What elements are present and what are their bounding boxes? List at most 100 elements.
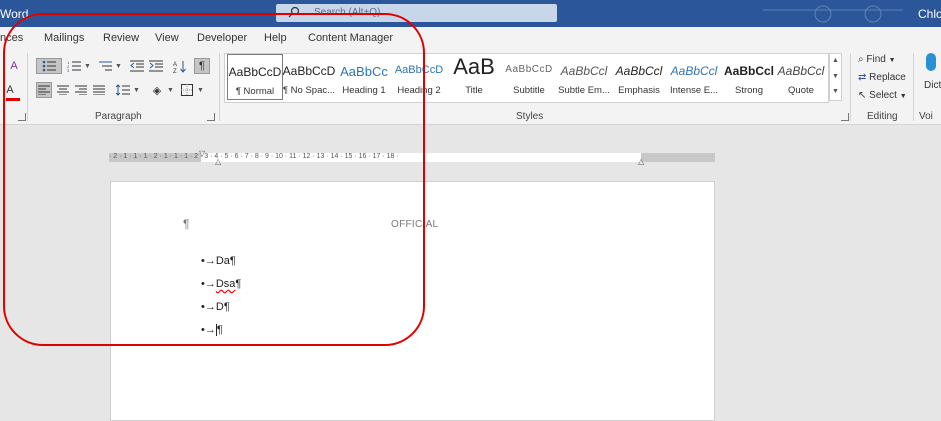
separator xyxy=(219,53,220,121)
list-item[interactable]: •→Da¶ xyxy=(201,255,236,267)
tab-review[interactable]: Review xyxy=(103,32,139,44)
group-label-voice: Voi xyxy=(919,111,933,122)
list-item-text: Da xyxy=(215,255,230,267)
style-name: Intense E... xyxy=(669,85,719,96)
paragraph-mark: ¶ xyxy=(183,217,190,231)
style-strong[interactable]: AaBbCcl Strong xyxy=(721,54,777,100)
style-name: Title xyxy=(465,85,483,96)
horizontal-ruler[interactable]: · 2 · 1 · 1 · 1 · 2 · 1 · 1 · 1 · 2 · 3 … xyxy=(109,149,715,166)
microphone-icon[interactable] xyxy=(926,53,936,71)
styles-gallery: AaBbCcD ¶ Normal AaBbCcD ¶ No Spac... AaBb… xyxy=(224,53,829,103)
font-launcher-icon[interactable] xyxy=(18,113,26,121)
replace-button[interactable]: ⇄ Replace xyxy=(858,72,906,83)
style-sample: AaB xyxy=(453,54,495,79)
more-styles-icon[interactable]: ▼ xyxy=(832,88,839,95)
first-line-indent-marker[interactable]: ▽ xyxy=(199,149,205,158)
chevron-down-icon[interactable]: ▼ xyxy=(197,87,204,94)
show-hide-marks-button[interactable]: ¶ xyxy=(194,58,210,74)
tab-references[interactable]: nces xyxy=(0,32,23,44)
header-classification: OFFICIAL xyxy=(391,219,439,230)
replace-label: Replace xyxy=(869,72,906,83)
text-effects-icon[interactable]: A xyxy=(6,58,22,74)
user-name[interactable]: Chlo xyxy=(918,7,941,21)
styles-scroll[interactable]: ▲ ▼ ▼ xyxy=(829,53,842,101)
separator xyxy=(27,53,28,121)
list-item[interactable]: •→Dsa¶ xyxy=(201,278,241,290)
chevron-up-icon[interactable]: ▲ xyxy=(832,57,839,64)
style-title[interactable]: AaB Title xyxy=(446,54,502,100)
style-sample: AaBbCcl xyxy=(777,64,825,78)
style-emphasis[interactable]: AaBbCcl Emphasis xyxy=(611,54,667,100)
justify-icon[interactable] xyxy=(91,82,107,98)
right-indent-marker[interactable]: △ xyxy=(638,157,644,166)
group-label-editing: Editing xyxy=(867,111,898,122)
sort-icon[interactable]: AZ xyxy=(172,58,188,74)
chevron-down-icon[interactable]: ▼ xyxy=(84,63,91,70)
hanging-indent-marker[interactable]: △ xyxy=(215,157,221,166)
style-heading-2[interactable]: AaBbCcD Heading 2 xyxy=(391,54,447,100)
style-name: Subtitle xyxy=(513,85,545,96)
align-left-icon[interactable] xyxy=(36,82,52,98)
style-normal[interactable]: AaBbCcD ¶ Normal xyxy=(227,54,283,100)
bullets-icon xyxy=(42,60,56,72)
style-name: Subtle Em... xyxy=(558,85,610,96)
svg-text:A: A xyxy=(173,62,177,68)
search-icon xyxy=(288,6,300,18)
search-box[interactable]: Search (Alt+Q) xyxy=(276,4,557,22)
decrease-indent-icon[interactable] xyxy=(129,58,145,74)
dictate-label[interactable]: Dict xyxy=(924,80,941,91)
title-decoration xyxy=(763,5,903,23)
tab-content-manager[interactable]: Content Manager xyxy=(308,32,393,44)
line-spacing-icon[interactable] xyxy=(115,82,131,98)
increase-indent-icon[interactable] xyxy=(148,58,164,74)
shading-icon[interactable]: ◈ xyxy=(149,82,165,98)
find-label: Find xyxy=(866,54,886,65)
chevron-down-icon[interactable]: ▼ xyxy=(832,73,839,80)
align-center-icon[interactable] xyxy=(55,82,71,98)
style-sample: AaBbCc xyxy=(340,64,388,79)
pilcrow-icon: ¶ xyxy=(199,60,205,72)
tab-mailings[interactable]: Mailings xyxy=(44,32,84,44)
chevron-down-icon: ▼ xyxy=(888,57,896,64)
bullet-marker: •→ xyxy=(201,324,216,336)
tab-developer[interactable]: Developer xyxy=(197,32,247,44)
tab-help[interactable]: Help xyxy=(264,32,287,44)
style-name: Heading 2 xyxy=(397,85,441,96)
font-color-icon[interactable]: A xyxy=(2,82,18,98)
style-sample: AaBbCcD xyxy=(228,65,282,79)
select-button[interactable]: ↖ Select ▼ xyxy=(858,90,907,101)
multilevel-list-icon[interactable] xyxy=(97,58,113,74)
style-name: ¶ Normal xyxy=(235,86,275,97)
chevron-down-icon[interactable]: ▼ xyxy=(167,87,174,94)
paragraph-launcher-icon[interactable] xyxy=(207,113,215,121)
chevron-down-icon[interactable]: ▼ xyxy=(115,63,122,70)
bullets-button[interactable] xyxy=(36,58,62,74)
paragraph-mark: ¶ xyxy=(235,278,242,290)
style-subtle-emphasis[interactable]: AaBbCcl Subtle Em... xyxy=(556,54,612,100)
style-subtitle[interactable]: AaBbCcD Subtitle xyxy=(501,54,557,100)
style-name: Emphasis xyxy=(618,85,660,96)
style-no-spacing[interactable]: AaBbCcD ¶ No Spac... xyxy=(281,54,337,100)
style-quote[interactable]: AaBbCcl Quote xyxy=(773,54,829,100)
list-item[interactable]: •→D¶ xyxy=(201,301,230,313)
numbering-icon[interactable]: 123 xyxy=(66,58,82,74)
style-intense-emphasis[interactable]: AaBbCcl Intense E... xyxy=(666,54,722,100)
app-name: Word xyxy=(0,7,29,21)
tab-view[interactable]: View xyxy=(155,32,179,44)
group-label-paragraph: Paragraph xyxy=(95,111,142,122)
search-placeholder: Search (Alt+Q) xyxy=(314,7,381,18)
font-color-swatch xyxy=(6,98,20,101)
cursor-icon: ↖ xyxy=(858,90,867,101)
borders-icon[interactable] xyxy=(179,82,195,98)
list-item[interactable]: •→¶ xyxy=(201,324,223,336)
title-bar: Word Search (Alt+Q) Chlo xyxy=(0,0,941,27)
style-heading-1[interactable]: AaBbCc Heading 1 xyxy=(336,54,392,100)
style-name: Heading 1 xyxy=(342,85,386,96)
find-button[interactable]: ⌕ Find ▼ xyxy=(858,54,896,65)
replace-icon: ⇄ xyxy=(858,72,867,83)
styles-launcher-icon[interactable] xyxy=(841,113,849,121)
align-right-icon[interactable] xyxy=(73,82,89,98)
style-sample: AaBbCcl xyxy=(670,64,718,78)
chevron-down-icon[interactable]: ▼ xyxy=(133,87,140,94)
style-name: ¶ No Spac... xyxy=(282,85,336,96)
